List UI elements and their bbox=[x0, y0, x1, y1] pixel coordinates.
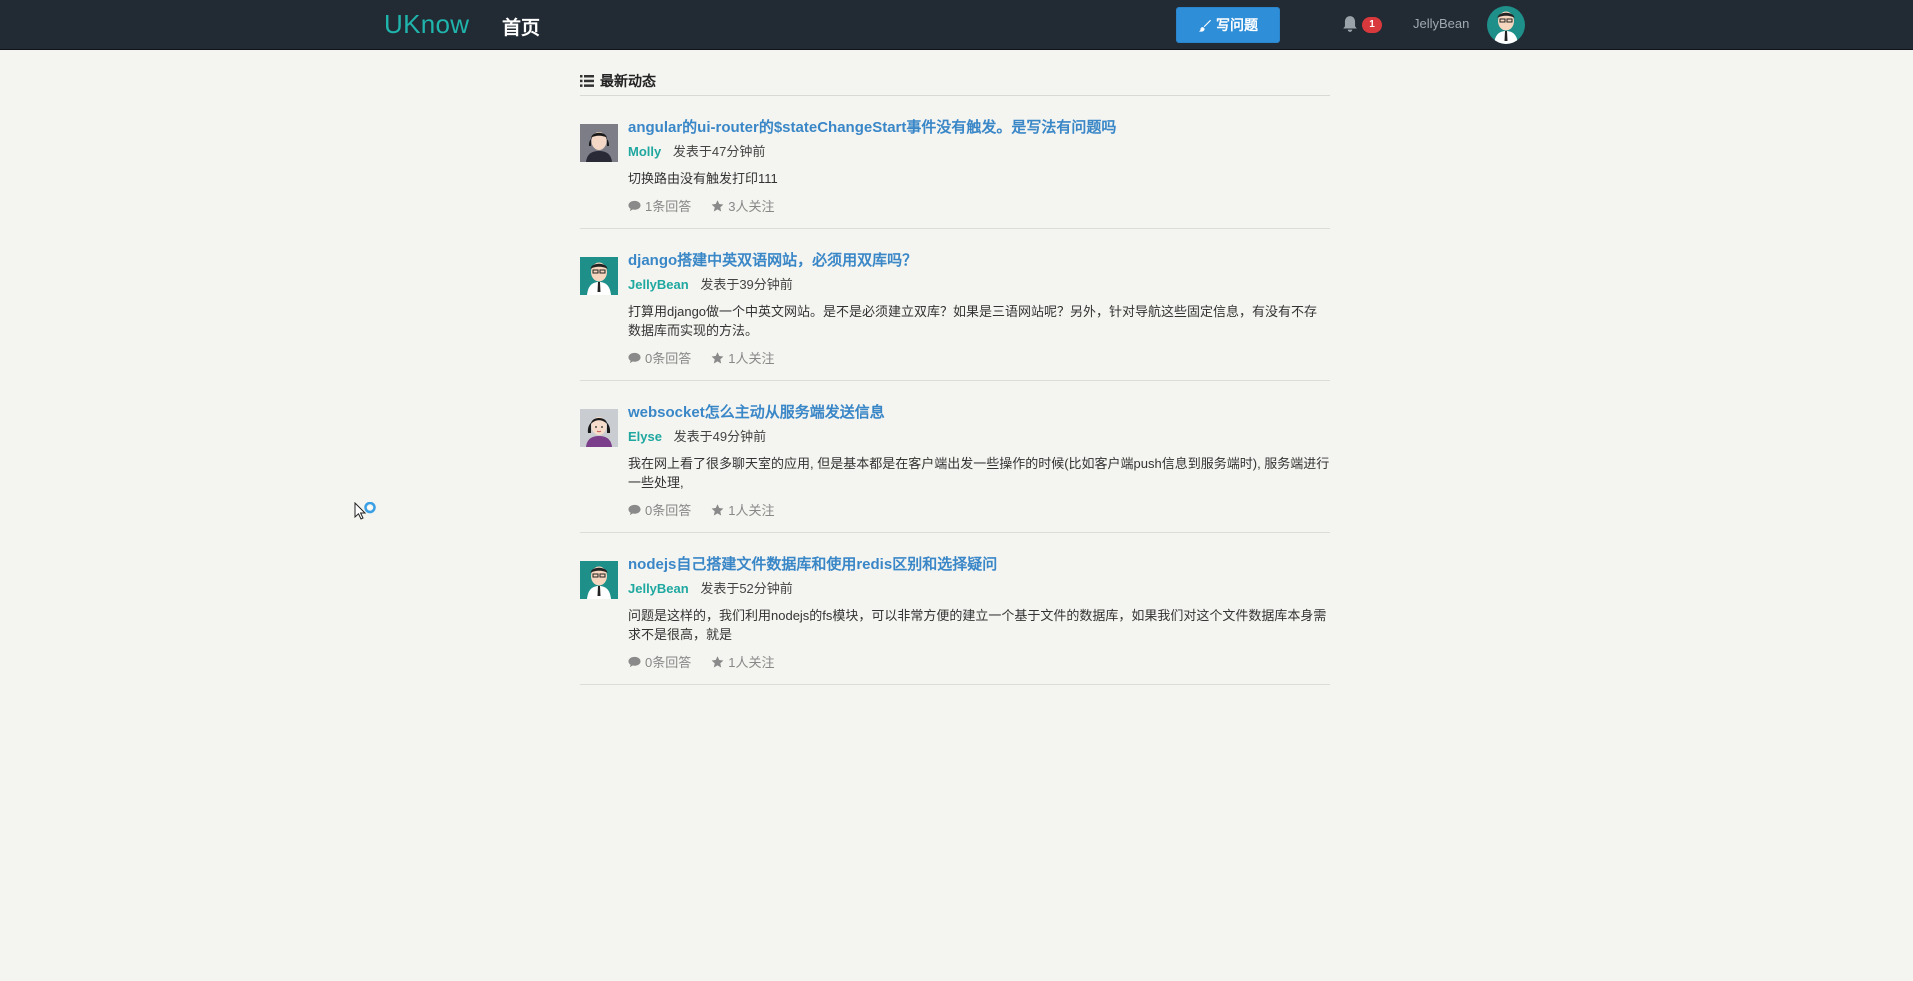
feed-heading: 最新动态 bbox=[580, 70, 1330, 96]
answers-count[interactable]: 0条回答 bbox=[628, 348, 691, 367]
follows-count[interactable]: 1人关注 bbox=[711, 348, 774, 367]
post-time: 发表于47分钟前 bbox=[672, 144, 766, 159]
brush-icon bbox=[1198, 19, 1211, 32]
busy-cursor-icon bbox=[354, 502, 376, 520]
question-item: angular的ui-router的$stateChangeStart事件没有触… bbox=[580, 96, 1330, 229]
question-stats: 0条回答 1人关注 bbox=[628, 348, 1330, 367]
brand-logo[interactable]: UKnow bbox=[384, 9, 469, 40]
question-meta: JellyBean 发表于39分钟前 bbox=[628, 276, 1330, 294]
comment-icon bbox=[628, 504, 641, 515]
nav-home-link[interactable]: 首页 bbox=[502, 13, 540, 40]
author-link[interactable]: JellyBean bbox=[628, 581, 689, 596]
female-avatar-icon bbox=[580, 409, 618, 447]
follows-label: 3人关注 bbox=[728, 199, 775, 214]
question-item: nodejs自己搭建文件数据库和使用redis区别和选择疑问 JellyBean… bbox=[580, 533, 1330, 685]
post-time: 发表于49分钟前 bbox=[673, 429, 767, 444]
answers-label: 0条回答 bbox=[645, 655, 692, 670]
question-title[interactable]: nodejs自己搭建文件数据库和使用redis区别和选择疑问 bbox=[628, 555, 1330, 575]
feed-heading-label: 最新动态 bbox=[600, 73, 656, 89]
male-avatar-icon bbox=[1487, 6, 1525, 44]
question-item: django搭建中英双语网站，必须用双库吗？ JellyBean 发表于39分钟… bbox=[580, 229, 1330, 381]
follows-count[interactable]: 1人关注 bbox=[711, 500, 774, 519]
female-avatar-icon bbox=[580, 124, 618, 162]
question-title[interactable]: django搭建中英双语网站，必须用双库吗？ bbox=[628, 251, 1330, 271]
comment-icon bbox=[628, 656, 641, 667]
follows-label: 1人关注 bbox=[728, 655, 775, 670]
question-item: websocket怎么主动从服务端发送信息 Elyse 发表于49分钟前 我在网… bbox=[580, 381, 1330, 533]
author-link[interactable]: JellyBean bbox=[628, 277, 689, 292]
answers-label: 0条回答 bbox=[645, 503, 692, 518]
male-avatar-icon bbox=[580, 257, 618, 295]
question-excerpt: 打算用django做一个中英文网站。是不是必须建立双库？如果是三语网站呢？另外，… bbox=[628, 304, 1318, 338]
answers-label: 1条回答 bbox=[645, 199, 692, 214]
question-meta: Molly 发表于47分钟前 bbox=[628, 143, 1330, 161]
question-meta: JellyBean 发表于52分钟前 bbox=[628, 580, 1330, 598]
comment-icon bbox=[628, 200, 641, 211]
star-icon bbox=[711, 199, 724, 212]
answers-label: 0条回答 bbox=[645, 351, 692, 366]
answers-count[interactable]: 1条回答 bbox=[628, 196, 691, 215]
author-avatar[interactable] bbox=[580, 257, 618, 295]
follows-count[interactable]: 1人关注 bbox=[711, 652, 774, 671]
author-link[interactable]: Molly bbox=[628, 144, 661, 159]
notification-badge[interactable]: 1 bbox=[1362, 17, 1382, 33]
bell-icon[interactable] bbox=[1341, 15, 1359, 33]
question-stats: 0条回答 1人关注 bbox=[628, 652, 1330, 671]
follows-label: 1人关注 bbox=[728, 351, 775, 366]
question-stats: 0条回答 1人关注 bbox=[628, 500, 1330, 519]
star-icon bbox=[711, 503, 724, 516]
author-link[interactable]: Elyse bbox=[628, 429, 662, 444]
latest-feed: 最新动态 angular的ui-router的$stateChangeStart… bbox=[580, 70, 1330, 685]
follows-label: 1人关注 bbox=[728, 503, 775, 518]
ask-question-label: 写问题 bbox=[1216, 17, 1258, 33]
question-excerpt: 切换路由没有触发打印111 bbox=[628, 171, 778, 186]
author-avatar[interactable] bbox=[580, 561, 618, 599]
question-title[interactable]: angular的ui-router的$stateChangeStart事件没有触… bbox=[628, 118, 1330, 138]
post-time: 发表于52分钟前 bbox=[700, 581, 793, 596]
nav-username[interactable]: JellyBean bbox=[1413, 16, 1469, 31]
top-navbar: UKnow 首页 写问题 1 JellyBean bbox=[0, 0, 1913, 50]
question-meta: Elyse 发表于49分钟前 bbox=[628, 428, 1330, 446]
ask-question-button[interactable]: 写问题 bbox=[1176, 7, 1280, 43]
list-icon bbox=[580, 75, 594, 87]
star-icon bbox=[711, 655, 724, 668]
user-avatar[interactable] bbox=[1487, 6, 1525, 44]
male-avatar-icon bbox=[580, 561, 618, 599]
question-title[interactable]: websocket怎么主动从服务端发送信息 bbox=[628, 403, 1330, 423]
answers-count[interactable]: 0条回答 bbox=[628, 500, 691, 519]
follows-count[interactable]: 3人关注 bbox=[711, 196, 774, 215]
comment-icon bbox=[628, 352, 641, 363]
answers-count[interactable]: 0条回答 bbox=[628, 652, 691, 671]
question-stats: 1条回答 3人关注 bbox=[628, 196, 1330, 215]
star-icon bbox=[711, 351, 724, 364]
post-time: 发表于39分钟前 bbox=[700, 277, 793, 292]
author-avatar[interactable] bbox=[580, 124, 618, 162]
author-avatar[interactable] bbox=[580, 409, 618, 447]
question-excerpt: 我在网上看了很多聊天室的应用, 但是基本都是在客户端出发一些操作的时候(比如客户… bbox=[628, 456, 1330, 490]
question-excerpt: 问题是这样的，我们利用nodejs的fs模块，可以非常方便的建立一个基于文件的数… bbox=[628, 608, 1327, 642]
